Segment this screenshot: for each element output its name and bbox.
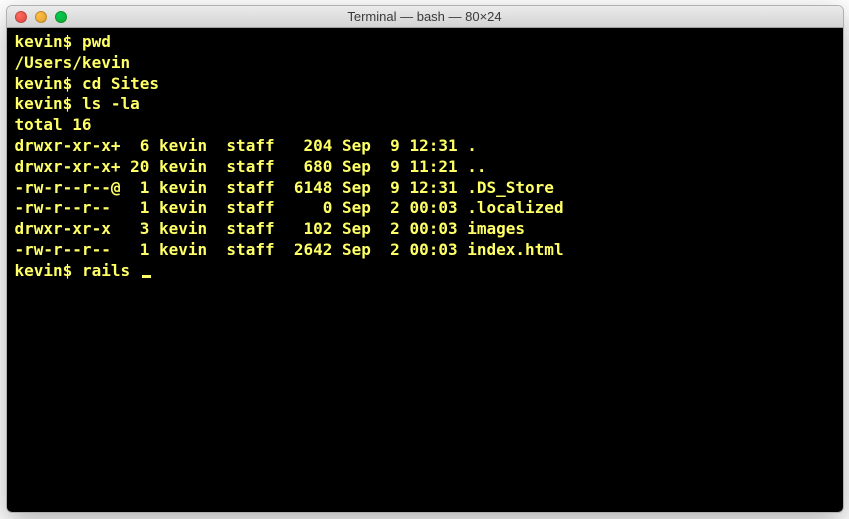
terminal-current-line: kevin$ rails	[15, 261, 835, 282]
maximize-icon[interactable]	[55, 11, 67, 23]
terminal-output: -rw-r--r-- 1 kevin staff 2642 Sep 2 00:0…	[15, 240, 835, 261]
command-text: pwd	[82, 32, 111, 51]
terminal-output: -rw-r--r-- 1 kevin staff 0 Sep 2 00:03 .…	[15, 198, 835, 219]
terminal-line: kevin$ pwd	[15, 32, 835, 53]
terminal-output: drwxr-xr-x 3 kevin staff 102 Sep 2 00:03…	[15, 219, 835, 240]
terminal-line: kevin$ cd Sites	[15, 74, 835, 95]
terminal-output: drwxr-xr-x+ 6 kevin staff 204 Sep 9 12:3…	[15, 136, 835, 157]
titlebar[interactable]: Terminal — bash — 80×24	[7, 6, 843, 28]
minimize-icon[interactable]	[35, 11, 47, 23]
command-text: ls -la	[82, 94, 140, 113]
cursor-icon	[142, 275, 151, 278]
prompt: kevin$	[15, 74, 82, 93]
command-text: rails	[82, 261, 140, 282]
prompt: kevin$	[15, 32, 82, 51]
terminal-output: -rw-r--r--@ 1 kevin staff 6148 Sep 9 12:…	[15, 178, 835, 199]
terminal-output: total 16	[15, 115, 835, 136]
terminal-output: /Users/kevin	[15, 53, 835, 74]
terminal-window: Terminal — bash — 80×24 kevin$ pwd/Users…	[6, 5, 844, 513]
terminal-output: drwxr-xr-x+ 20 kevin staff 680 Sep 9 11:…	[15, 157, 835, 178]
command-text: cd Sites	[82, 74, 159, 93]
terminal-line: kevin$ ls -la	[15, 94, 835, 115]
prompt: kevin$	[15, 94, 82, 113]
window-title: Terminal — bash — 80×24	[7, 9, 843, 24]
prompt: kevin$	[15, 261, 82, 282]
traffic-lights	[7, 11, 67, 23]
close-icon[interactable]	[15, 11, 27, 23]
terminal-body[interactable]: kevin$ pwd/Users/kevinkevin$ cd Siteskev…	[7, 28, 843, 512]
